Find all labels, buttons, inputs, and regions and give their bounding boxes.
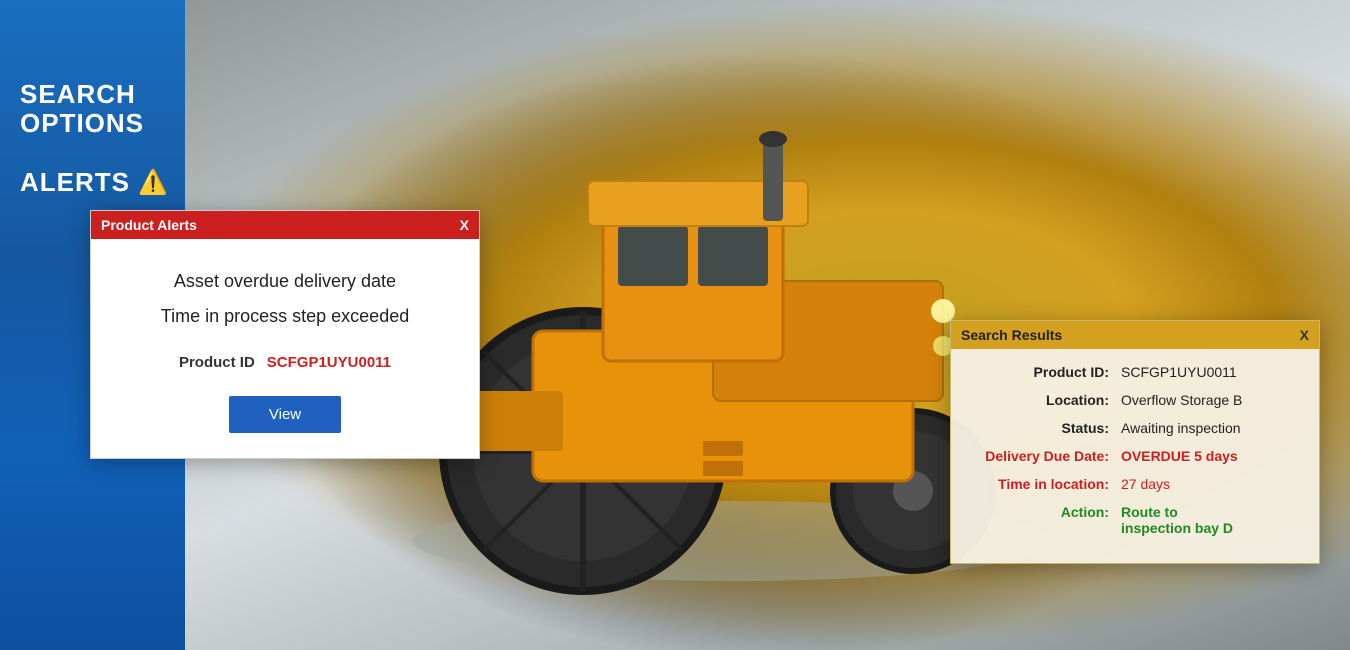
result-row: Status:Awaiting inspection bbox=[971, 420, 1299, 436]
search-results-header: Search Results X bbox=[951, 321, 1319, 349]
view-button[interactable]: View bbox=[229, 396, 341, 433]
alerts-label: ALERTS bbox=[20, 167, 130, 198]
dialog-title: Product Alerts bbox=[101, 217, 197, 233]
result-row: Time in location:27 days bbox=[971, 476, 1299, 492]
dialog-close-button[interactable]: X bbox=[460, 217, 469, 233]
search-results-body: Product ID:SCFGP1UYU0011Location:Overflo… bbox=[951, 349, 1319, 563]
result-label-4: Time in location: bbox=[971, 476, 1121, 492]
result-value-2: Awaiting inspection bbox=[1121, 420, 1299, 436]
product-id-label: Product ID bbox=[179, 354, 255, 371]
product-id-row: Product ID SCFGP1UYU0011 bbox=[111, 354, 459, 371]
product-id-value: SCFGP1UYU0011 bbox=[267, 354, 391, 371]
result-value-1: Overflow Storage B bbox=[1121, 392, 1299, 408]
dialog-header: Product Alerts X bbox=[91, 211, 479, 239]
result-value-5: Route toinspection bay D bbox=[1121, 504, 1299, 536]
result-label-0: Product ID: bbox=[971, 364, 1121, 380]
search-results-panel: Search Results X Product ID:SCFGP1UYU001… bbox=[950, 320, 1320, 564]
product-alerts-dialog: Product Alerts X Asset overdue delivery … bbox=[90, 210, 480, 459]
result-row: Product ID:SCFGP1UYU0011 bbox=[971, 364, 1299, 380]
result-label-2: Status: bbox=[971, 420, 1121, 436]
alert-warning-icon: ⚠️ bbox=[138, 168, 168, 197]
alert-message-2: Time in process step exceeded bbox=[111, 304, 459, 329]
search-options-title: SEARCH OPTIONS bbox=[20, 80, 165, 137]
search-results-close-button[interactable]: X bbox=[1300, 327, 1309, 343]
result-label-3: Delivery Due Date: bbox=[971, 448, 1121, 464]
result-label-5: Action: bbox=[971, 504, 1121, 520]
result-row: Location:Overflow Storage B bbox=[971, 392, 1299, 408]
result-value-0: SCFGP1UYU0011 bbox=[1121, 364, 1299, 380]
result-value-4: 27 days bbox=[1121, 476, 1299, 492]
alert-message-1: Asset overdue delivery date bbox=[111, 269, 459, 294]
result-row: Action:Route toinspection bay D bbox=[971, 504, 1299, 536]
result-value-3: OVERDUE 5 days bbox=[1121, 448, 1299, 464]
dialog-body: Asset overdue delivery date Time in proc… bbox=[91, 239, 479, 458]
result-label-1: Location: bbox=[971, 392, 1121, 408]
result-row: Delivery Due Date:OVERDUE 5 days bbox=[971, 448, 1299, 464]
search-results-title: Search Results bbox=[961, 327, 1062, 343]
